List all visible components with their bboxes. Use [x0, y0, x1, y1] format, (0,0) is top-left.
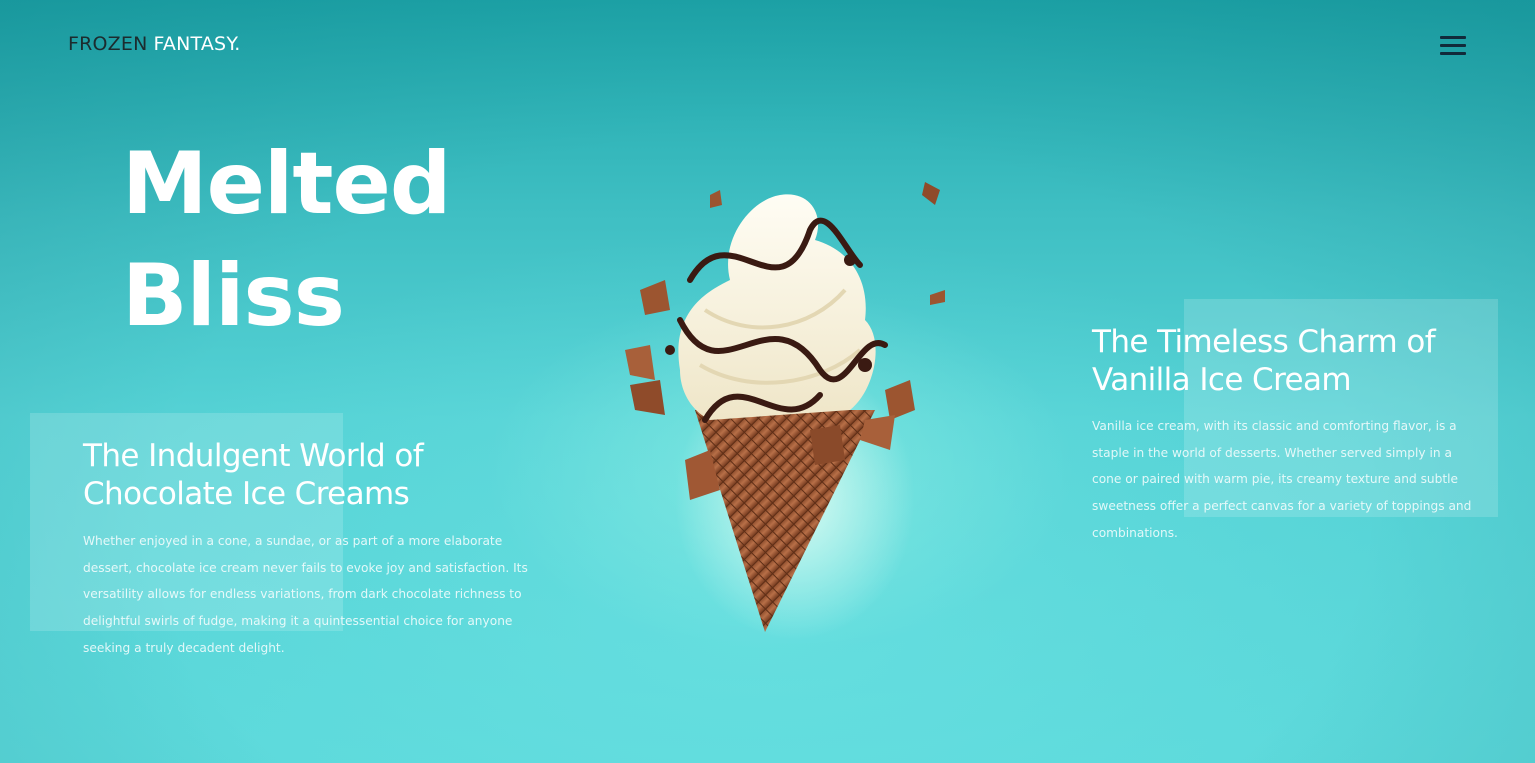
vanilla-title-line-2: Vanilla Ice Cream [1092, 362, 1352, 398]
vanilla-title-line-1: The Timeless Charm of [1092, 324, 1436, 360]
hero-title: Melted Bliss [122, 128, 451, 352]
vanilla-body-line: Vanilla ice cream, with its classic and … [1092, 419, 1457, 433]
chocolate-title-line-1: The Indulgent World of [83, 438, 424, 474]
hamburger-menu-icon[interactable] [1440, 36, 1466, 58]
vanilla-section-title: The Timeless Charm of Vanilla Ice Cream [1092, 323, 1436, 399]
hero-title-line-1: Melted [122, 134, 451, 234]
chocolate-title-line-2: Chocolate Ice Creams [83, 476, 410, 512]
chocolate-body-line: seeking a truly decadent delight. [83, 640, 285, 655]
chocolate-body-line: delightful swirls of fudge, making it a … [83, 614, 513, 629]
chocolate-section-body: Whether enjoyed in a cone, a sundae, or … [83, 528, 528, 662]
logo-word-frozen: FROZEN [68, 33, 148, 55]
hero-title-line-2: Bliss [122, 246, 345, 346]
ice-cream-cone-image [625, 182, 945, 640]
vanilla-body-line: combinations. [1092, 525, 1178, 540]
site-logo[interactable]: FROZEN FANTASY. [68, 33, 241, 55]
vanilla-body-line: sweetness offer a perfect canvas for a v… [1092, 499, 1472, 514]
chocolate-body-line: versatility allows for endless variation… [83, 587, 522, 602]
vanilla-body-line: staple in the world of desserts. Whether… [1092, 445, 1452, 460]
logo-word-fantasy: FANTASY. [153, 33, 241, 55]
vanilla-body-line: cone or paired with warm pie, its creamy… [1092, 472, 1459, 487]
chocolate-body-line: dessert, chocolate ice cream never fails… [83, 560, 528, 575]
chocolate-body-line: Whether enjoyed in a cone, a sundae, or … [83, 534, 503, 548]
vanilla-section-body: Vanilla ice cream, with its classic and … [1092, 413, 1471, 547]
chocolate-section-title: The Indulgent World of Chocolate Ice Cre… [83, 437, 424, 513]
